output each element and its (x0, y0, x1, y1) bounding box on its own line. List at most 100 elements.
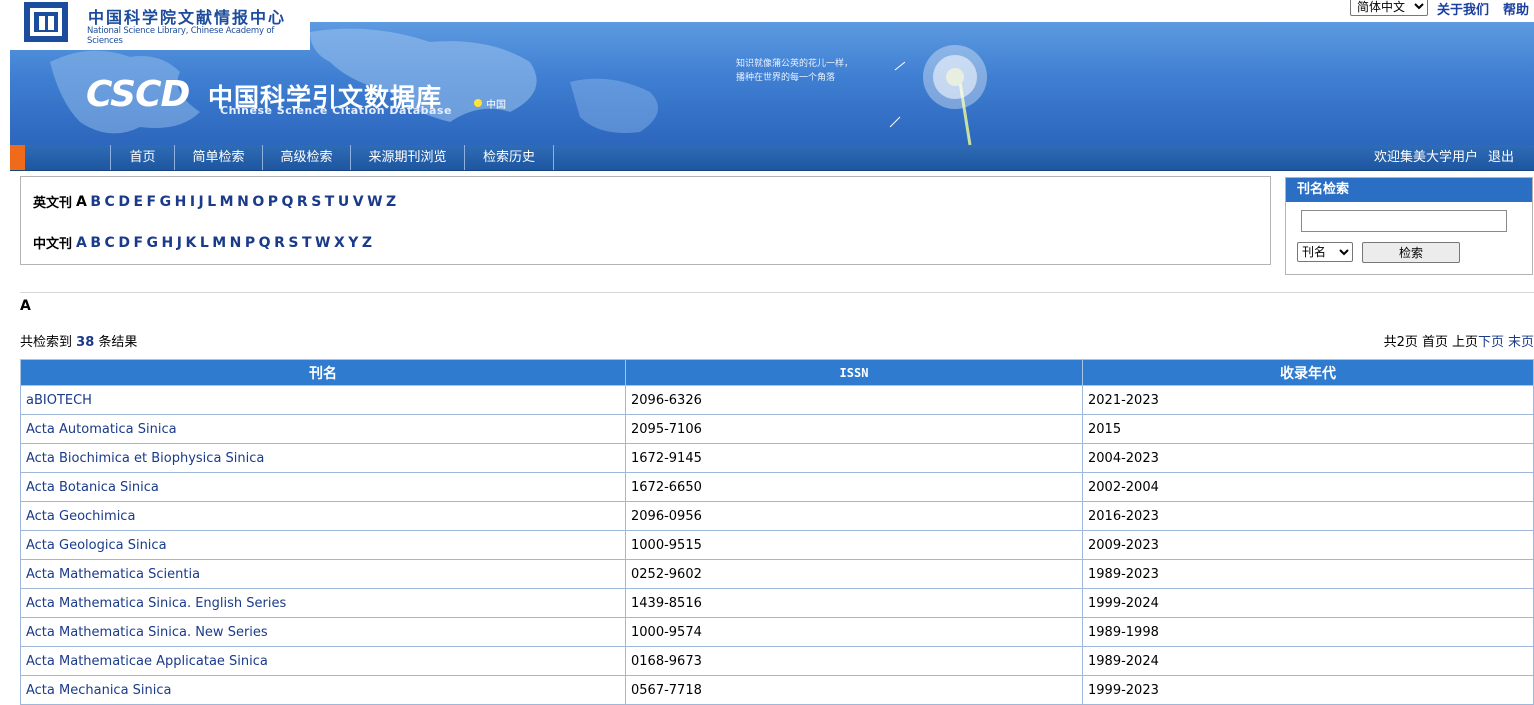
first-page-link[interactable]: 首页 (1422, 335, 1448, 350)
language-select[interactable]: 简体中文 (1350, 0, 1428, 16)
nav-advanced-search[interactable]: 高级检索 (262, 145, 350, 170)
chinese-letter-n[interactable]: N (230, 235, 242, 251)
search-field-select[interactable]: 刊名 (1297, 242, 1353, 262)
table-row: Acta Mathematica Sinica. New Series 1000-… (20, 617, 1534, 647)
chinese-letter-c[interactable]: C (105, 235, 115, 251)
english-letter-u[interactable]: U (338, 194, 349, 210)
search-button[interactable]: 检索 (1362, 242, 1460, 263)
english-journal-label: 英文刊 (33, 196, 73, 211)
english-letter-p[interactable]: P (268, 194, 278, 210)
chinese-letter-t[interactable]: T (302, 235, 312, 251)
journal-name-link[interactable]: Acta Geochimica (20, 501, 626, 531)
help-link[interactable]: 帮助 (1503, 0, 1529, 18)
last-page-link[interactable]: 末页 (1508, 335, 1534, 350)
years-cell: 2021-2023 (1082, 385, 1534, 415)
issn-cell: 0168-9673 (625, 646, 1083, 676)
journal-name-link[interactable]: Acta Mathematica Scientia (20, 559, 626, 589)
next-page-link[interactable]: 下页 (1478, 335, 1504, 350)
chinese-letter-y[interactable]: Y (348, 235, 358, 251)
banner-slogan: 知识就像蒲公英的花儿一样， 播种在世界的每一个角落 (736, 59, 854, 83)
english-letter-l[interactable]: L (207, 194, 216, 210)
english-letter-f[interactable]: F (147, 194, 157, 210)
library-logo[interactable]: 中国科学院文献情报中心 National Science Library, Ch… (10, 0, 310, 50)
prev-page-link[interactable]: 上页 (1452, 335, 1478, 350)
chinese-letter-d[interactable]: D (118, 235, 130, 251)
years-cell: 1999-2023 (1082, 675, 1534, 705)
english-letter-c[interactable]: C (105, 194, 115, 210)
english-letter-h[interactable]: H (175, 194, 187, 210)
chinese-letter-j[interactable]: J (177, 235, 182, 251)
column-header-issn: ISSN (625, 359, 1083, 386)
region-dot-icon (474, 99, 482, 107)
section-divider (20, 292, 1534, 293)
nav-simple-search[interactable]: 简单检索 (174, 145, 262, 170)
english-letter-s[interactable]: S (311, 194, 321, 210)
english-letter-d[interactable]: D (118, 194, 130, 210)
english-letter-j[interactable]: J (199, 194, 204, 210)
library-emblem-icon (24, 2, 68, 42)
column-header-years: 收录年代 (1082, 359, 1534, 386)
english-letter-w[interactable]: W (367, 194, 382, 210)
dandelion-graphic (889, 45, 987, 145)
chinese-letter-s[interactable]: S (288, 235, 298, 251)
chinese-letter-p[interactable]: P (245, 235, 255, 251)
journal-name-link[interactable]: aBIOTECH (20, 385, 626, 415)
journal-name-link[interactable]: Acta Mathematica Sinica. New Series (20, 617, 626, 647)
chinese-letter-h[interactable]: H (162, 235, 174, 251)
journal-name-link[interactable]: Acta Botanica Sinica (20, 472, 626, 502)
english-letter-t[interactable]: T (325, 194, 335, 210)
journal-name-link[interactable]: Acta Biochimica et Biophysica Sinica (20, 443, 626, 473)
english-letter-r[interactable]: R (297, 194, 308, 210)
journal-name-link[interactable]: Acta Geologica Sinica (20, 530, 626, 560)
english-letter-a[interactable]: A (76, 194, 87, 210)
english-letter-v[interactable]: V (353, 194, 364, 210)
journal-name-link[interactable]: Acta Mathematica Sinica. English Series (20, 588, 626, 618)
nav-source-journal-browse[interactable]: 来源期刊浏览 (350, 145, 464, 170)
chinese-letter-g[interactable]: G (147, 235, 159, 251)
chinese-letter-z[interactable]: Z (362, 235, 372, 251)
journal-name-link[interactable]: Acta Mechanica Sinica (20, 675, 626, 705)
english-letter-i[interactable]: I (190, 194, 195, 210)
chinese-journal-letters: 中文刊 ABCDFGHJKLMNPQRSTWXYZ (33, 233, 376, 253)
chinese-letter-q[interactable]: Q (259, 235, 271, 251)
pagination: 共2页 首页 上页下页 末页 (1380, 331, 1534, 350)
english-letter-m[interactable]: M (220, 194, 234, 210)
english-letter-n[interactable]: N (237, 194, 249, 210)
english-letter-q[interactable]: Q (282, 194, 294, 210)
library-name-cn: 中国科学院文献情报中心 (88, 8, 287, 27)
nav-accent-bar (10, 145, 25, 170)
nav-home[interactable]: 首页 (110, 145, 174, 170)
chinese-letter-f[interactable]: F (133, 235, 143, 251)
years-cell: 1989-2024 (1082, 646, 1534, 676)
chinese-letter-k[interactable]: K (185, 235, 196, 251)
english-letter-o[interactable]: O (252, 194, 264, 210)
nav-search-history[interactable]: 检索历史 (464, 145, 554, 170)
journal-name-link[interactable]: Acta Mathematicae Applicatae Sinica (20, 646, 626, 676)
chinese-letter-m[interactable]: M (212, 235, 226, 251)
journal-name-link[interactable]: Acta Automatica Sinica (20, 414, 626, 444)
years-cell: 2002-2004 (1082, 472, 1534, 502)
chinese-letter-l[interactable]: L (200, 235, 209, 251)
years-cell: 2016-2023 (1082, 501, 1534, 531)
logout-link[interactable]: 退出 (1488, 145, 1514, 170)
cscd-logo-text: CSCD (86, 74, 190, 115)
years-cell: 2004-2023 (1082, 443, 1534, 473)
chinese-letter-w[interactable]: W (315, 235, 330, 251)
english-letter-e[interactable]: E (133, 194, 143, 210)
about-us-link[interactable]: 关于我们 (1437, 0, 1489, 18)
journal-search-input[interactable] (1301, 210, 1507, 232)
issn-cell: 2096-6326 (625, 385, 1083, 415)
issn-cell: 2095-7106 (625, 414, 1083, 444)
english-letter-b[interactable]: B (90, 194, 101, 210)
chinese-letter-r[interactable]: R (274, 235, 285, 251)
years-cell: 1999-2024 (1082, 588, 1534, 618)
chinese-letter-x[interactable]: X (334, 235, 345, 251)
main-nav: 首页 简单检索 高级检索 来源期刊浏览 检索历史 欢迎集美大学用户 退出 (10, 145, 1534, 171)
english-letter-g[interactable]: G (160, 194, 172, 210)
table-row: Acta Automatica Sinica 2095-7106 2015 (20, 414, 1534, 444)
english-letter-z[interactable]: Z (386, 194, 396, 210)
issn-cell: 0567-7718 (625, 675, 1083, 705)
chinese-letter-b[interactable]: B (90, 235, 101, 251)
chinese-letter-a[interactable]: A (76, 235, 87, 251)
alphabet-filter: 英文刊 ABCDEFGHIJLMNOPQRSTUVWZ 中文刊 ABCDFGHJ… (20, 176, 1271, 265)
